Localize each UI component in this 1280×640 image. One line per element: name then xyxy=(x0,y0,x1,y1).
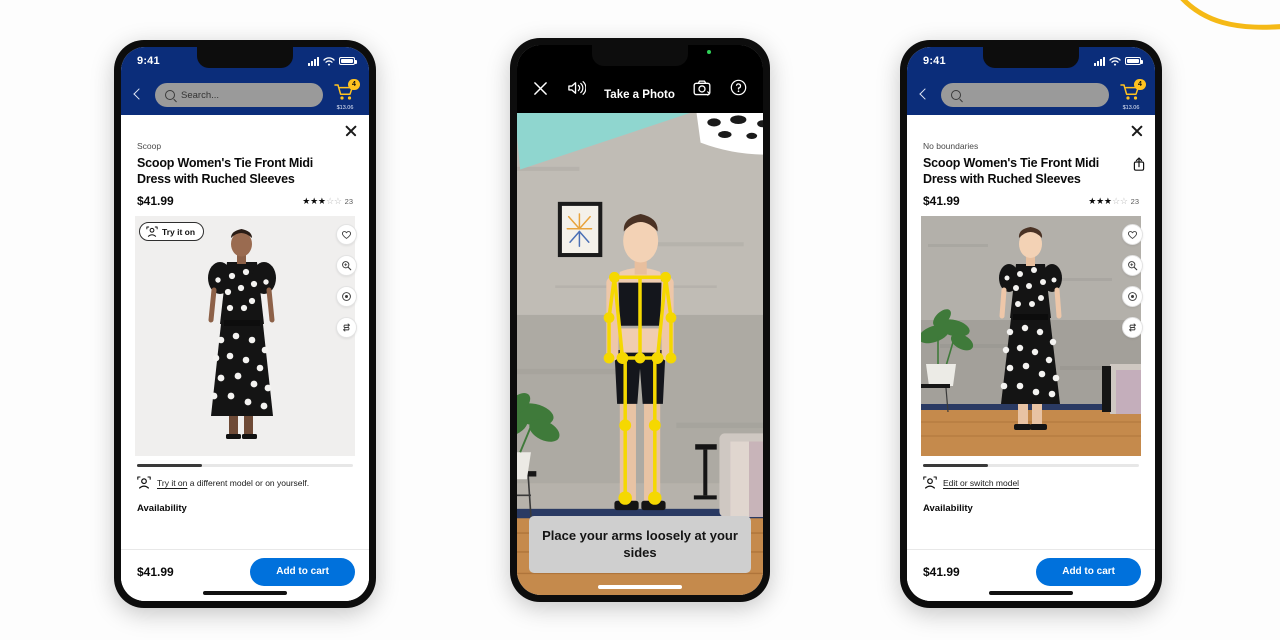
phone-center: Take a Photo Place your arms loosely at … xyxy=(510,38,770,602)
try-it-on-row[interactable]: Try it on a different model or on yourse… xyxy=(121,467,369,490)
product-title: Scoop Women's Tie Front Midi Dress with … xyxy=(137,156,314,186)
add-to-cart-button[interactable]: Add to cart xyxy=(1036,557,1141,586)
favorite-icon[interactable] xyxy=(1122,224,1143,245)
image-action-rail xyxy=(336,224,357,338)
product-brand: No boundaries xyxy=(923,141,979,151)
360-view-icon[interactable] xyxy=(1122,286,1143,307)
nav-bar: Search... 4 $13.06 xyxy=(121,75,369,115)
flip-camera-icon[interactable] xyxy=(693,80,711,101)
product-sheet: No boundaries Scoop Women's Tie Front Mi… xyxy=(907,115,1155,601)
favorite-icon[interactable] xyxy=(336,224,357,245)
try-it-on-rest: a different model or on yourself. xyxy=(187,477,310,488)
close-icon[interactable] xyxy=(533,81,548,101)
cart-button[interactable]: 4 $13.06 xyxy=(1117,79,1146,111)
rating[interactable]: ★★★ ☆☆ 23 xyxy=(302,195,353,206)
home-indicator xyxy=(203,591,287,595)
edit-model-row[interactable]: Edit or switch model xyxy=(907,467,1155,490)
zoom-icon[interactable] xyxy=(1122,255,1143,276)
wifi-icon xyxy=(1109,56,1121,66)
camera-capture-view: Take a Photo Place your arms loosely at … xyxy=(517,45,763,595)
notch xyxy=(197,47,293,68)
try-it-on-link[interactable]: Try it on xyxy=(157,478,187,488)
cart-count-badge: 4 xyxy=(348,79,360,90)
search-input[interactable] xyxy=(941,83,1109,107)
product-sheet: Scoop Scoop Women's Tie Front Midi Dress… xyxy=(121,115,369,601)
phone-right: 9:41 4 $13.06 No boundaries Scoop Women'… xyxy=(900,40,1162,608)
product-hero: Try it on xyxy=(135,216,357,456)
image-carousel-progress[interactable] xyxy=(923,464,1139,467)
nav-bar: 4 $13.06 xyxy=(907,75,1155,115)
share-icon[interactable] xyxy=(1133,157,1145,171)
price-rating-row: $41.99 ★★★ ☆☆ 23 xyxy=(907,187,1155,208)
cellular-signal-icon xyxy=(1094,56,1105,66)
zoom-icon[interactable] xyxy=(336,255,357,276)
rating[interactable]: ★★★ ☆☆ 23 xyxy=(1088,195,1139,206)
footer-price: $41.99 xyxy=(137,564,174,579)
body-scan-icon xyxy=(137,475,151,489)
product-price: $41.99 xyxy=(137,194,174,208)
product-image[interactable] xyxy=(135,216,355,456)
cart-button[interactable]: 4 $13.06 xyxy=(331,79,360,111)
compare-icon[interactable] xyxy=(336,317,357,338)
availability-label: Availability xyxy=(923,502,973,514)
instruction-caption: Place your arms loosely at your sides xyxy=(529,515,751,573)
cart-count-badge: 4 xyxy=(1134,79,1146,90)
price-rating-row: $41.99 ★★★ ☆☆ 23 xyxy=(121,187,369,208)
back-chevron-icon[interactable] xyxy=(915,86,933,104)
compare-icon[interactable] xyxy=(1122,317,1143,338)
status-time: 9:41 xyxy=(923,55,946,67)
try-it-on-label: Try it on xyxy=(162,226,196,237)
close-icon[interactable] xyxy=(1129,123,1145,139)
search-icon xyxy=(951,90,961,100)
product-price: $41.99 xyxy=(923,194,960,208)
edit-model-text: Edit or switch model xyxy=(943,478,1019,488)
search-input[interactable]: Search... xyxy=(155,83,323,107)
wifi-icon xyxy=(323,56,335,66)
camera-title: Take a Photo xyxy=(604,89,675,101)
try-it-on-text: Try it on a different model or on yourse… xyxy=(157,478,309,488)
try-it-on-pill[interactable]: Try it on xyxy=(139,222,205,241)
battery-icon xyxy=(1125,57,1143,65)
body-scan-icon xyxy=(923,475,937,489)
home-indicator xyxy=(598,585,682,589)
review-count: 23 xyxy=(1130,196,1139,206)
phone-left-screen: 9:41 Search... 4 $13.06 Scoop Scoop Wome… xyxy=(121,47,369,601)
battery-icon xyxy=(339,57,357,65)
camera-active-dot xyxy=(707,50,711,54)
image-carousel-progress[interactable] xyxy=(137,464,353,467)
edit-model-link[interactable]: Edit or switch model xyxy=(943,478,1019,488)
phone-left: 9:41 Search... 4 $13.06 Scoop Scoop Wome… xyxy=(114,40,376,608)
back-chevron-icon[interactable] xyxy=(129,86,147,104)
add-to-cart-button[interactable]: Add to cart xyxy=(250,557,355,586)
camera-live-preview[interactable]: Place your arms loosely at your sides xyxy=(517,113,763,595)
help-circle-icon[interactable] xyxy=(730,79,747,101)
screenshot-canvas: 9:41 Search... 4 $13.06 Scoop Scoop Wome… xyxy=(0,0,1280,640)
product-brand: Scoop xyxy=(137,141,162,151)
product-title: Scoop Women's Tie Front Midi Dress with … xyxy=(923,156,1100,186)
home-indicator xyxy=(989,591,1073,595)
review-count: 23 xyxy=(344,196,353,206)
phone-right-screen: 9:41 4 $13.06 No boundaries Scoop Women'… xyxy=(907,47,1155,601)
sound-on-icon[interactable] xyxy=(567,80,587,101)
image-action-rail xyxy=(1122,224,1143,338)
status-time: 9:41 xyxy=(137,55,160,67)
star-rating: ★★★ ☆☆ xyxy=(1088,195,1128,206)
notch xyxy=(983,47,1079,68)
search-icon xyxy=(165,90,175,100)
close-icon[interactable] xyxy=(343,123,359,139)
360-view-icon[interactable] xyxy=(336,286,357,307)
product-hero xyxy=(921,216,1143,456)
availability-label: Availability xyxy=(137,502,187,514)
star-rating: ★★★ ☆☆ xyxy=(302,195,342,206)
footer-price: $41.99 xyxy=(923,564,960,579)
cart-total: $13.06 xyxy=(1122,105,1140,111)
tryon-result-image[interactable] xyxy=(921,216,1141,456)
body-scan-icon xyxy=(146,226,158,237)
cellular-signal-icon xyxy=(308,56,319,66)
search-placeholder: Search... xyxy=(181,89,220,101)
phone-center-screen: Take a Photo Place your arms loosely at … xyxy=(517,45,763,595)
cart-total: $13.06 xyxy=(336,105,354,111)
notch xyxy=(592,45,688,66)
